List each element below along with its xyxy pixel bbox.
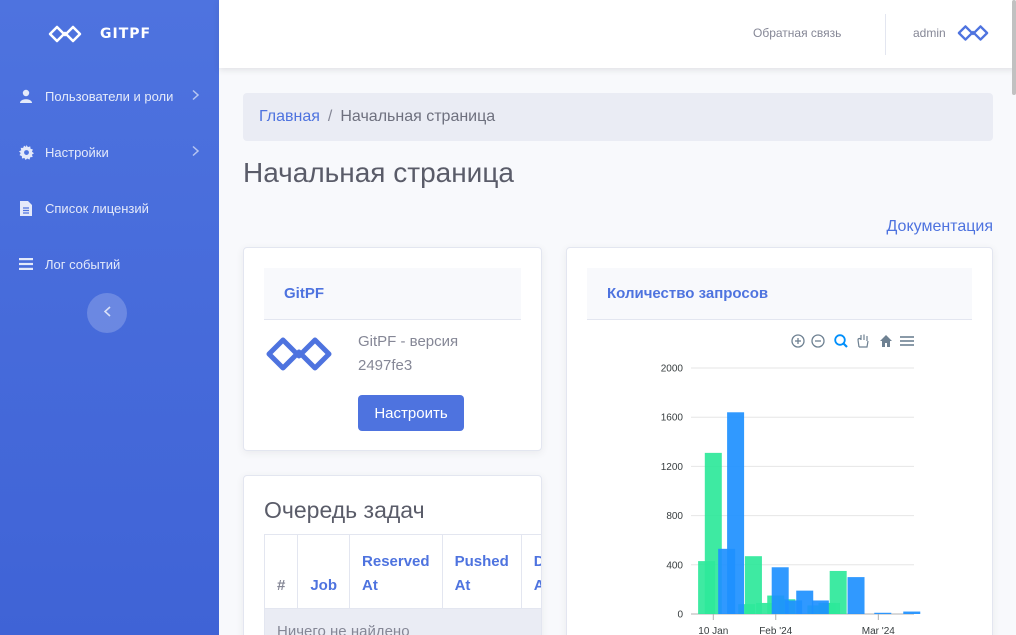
x-tick-label: 10 Jan [698,626,728,635]
y-tick-label: 400 [666,560,683,571]
breadcrumb-separator: / [327,108,333,125]
chart-bar[interactable] [847,577,865,614]
feedback-link[interactable]: Обратная связь [753,26,841,40]
user-icon [18,88,34,104]
column-header-job[interactable]: Job [297,534,351,609]
chart-bar[interactable] [785,600,803,614]
list-icon [18,256,34,272]
column-header-pushed-at[interactable]: Pushed At [441,534,522,609]
scrollbar[interactable] [1012,0,1016,95]
chart-bar[interactable] [727,412,745,614]
empty-table-message: Ничего не найдено [263,608,541,635]
y-tick-label: 0 [677,610,683,621]
sidebar-item-label: Список лицензий [45,200,149,216]
requests-chart: 0 400 800 1200 1600 2000 10 Jan Feb '24 Mar '24 [661,334,921,635]
y-tick-label: 1200 [661,462,684,473]
chevron-right-icon [192,89,200,104]
task-queue-table: # Job Reserved At Pushed At Done At Ниче… [263,534,541,635]
task-queue-card: Очередь задач # Job Reserved At Pushed A… [243,475,542,635]
chart-bar[interactable] [874,612,892,614]
zoom-out-icon[interactable] [811,334,825,348]
sidebar-item-settings[interactable]: Настройки [0,124,219,180]
user-name[interactable]: admin [913,26,946,40]
sidebar: GITPF Пользователи и роли Настройки Спис… [0,0,219,635]
sidebar-item-label: Лог событий [45,256,121,272]
gitpf-card-title: GitPF [264,268,521,320]
chart-bar[interactable] [811,600,829,614]
chevron-left-icon [103,304,111,322]
menu-icon[interactable] [900,336,914,346]
brand-name: GITPF [100,26,152,42]
topbar: Обратная связь admin [219,0,1016,95]
sidebar-item-label: Настройки [45,144,109,160]
gear-icon [18,144,34,160]
version-text: GitPF - версия 2497fe3 [358,333,459,374]
chart-x-axis: 10 Jan Feb '24 Mar '24 [698,614,895,635]
task-queue-title: Очередь задач [264,497,425,523]
breadcrumb-home-link[interactable]: Главная [259,108,320,126]
gitpf-logo-icon [48,25,82,43]
brand[interactable]: GITPF [0,0,219,68]
page-title: Начальная страница [243,157,514,188]
topbar-divider [885,14,886,55]
sidebar-item-users[interactable]: Пользователи и роли [0,68,219,124]
reset-home-icon[interactable] [880,335,892,347]
sidebar-toggle-button[interactable] [87,293,127,333]
gitpf-card: GitPF GitPF - версия 2497fe3 Настроить [243,247,542,451]
sidebar-item-label: Пользователи и роли [45,88,174,104]
zoom-select-icon[interactable] [834,334,848,348]
y-tick-label: 1600 [661,413,684,424]
column-header-reserved-at[interactable]: Reserved At [349,534,443,609]
requests-chart-title: Количество запросов [587,268,972,320]
chart-toolbar [791,334,914,348]
column-header-number[interactable]: # [263,534,299,609]
column-header-done-at[interactable]: Done At [520,534,541,609]
gitpf-logo-icon [957,25,989,41]
chart-bars [698,412,921,614]
table-row: Ничего не найдено [263,608,541,635]
user-avatar[interactable] [957,24,989,47]
pan-icon[interactable] [857,334,869,348]
y-tick-label: 2000 [661,364,684,375]
configure-button[interactable]: Настроить [358,395,464,431]
file-icon [18,200,34,216]
zoom-in-icon[interactable] [791,334,805,348]
chart-bar[interactable] [903,611,921,614]
x-tick-label: Mar '24 [862,626,895,635]
breadcrumb: Главная / Начальная страница [243,93,993,141]
x-tick-label: Feb '24 [759,626,792,635]
requests-chart-card: Количество запросов 0 400 800 1200 1600 2000 … [566,247,993,635]
gitpf-logo-icon [264,336,334,377]
sidebar-item-event-log[interactable]: Лог событий [0,236,219,292]
documentation-link[interactable]: Документация [887,218,993,236]
chevron-right-icon [192,145,200,160]
y-tick-label: 800 [666,511,683,522]
breadcrumb-current: Начальная страница [340,108,496,125]
sidebar-item-licenses[interactable]: Список лицензий [0,180,219,236]
